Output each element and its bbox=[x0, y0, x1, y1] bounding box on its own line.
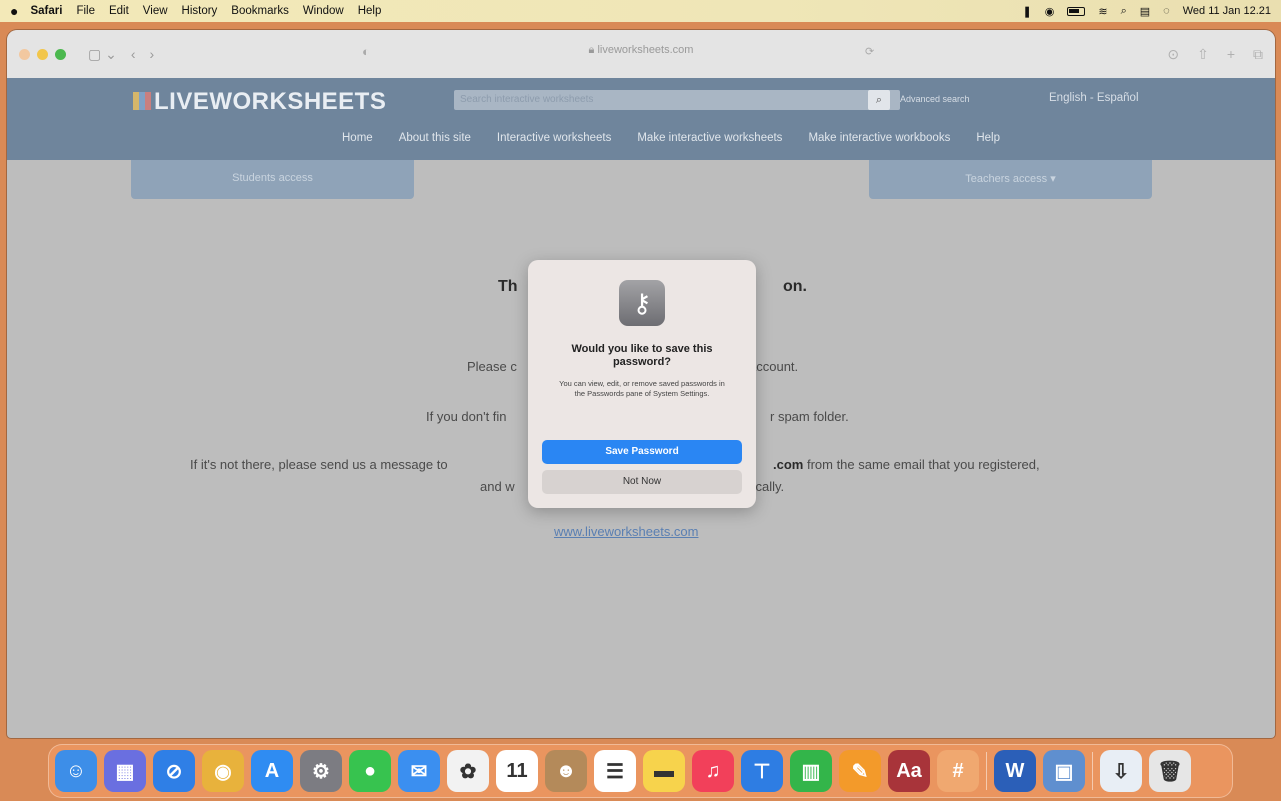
spotlight-search-icon[interactable]: ⌕ bbox=[1121, 5, 1127, 18]
siri-icon[interactable]: ◌ bbox=[1163, 5, 1170, 17]
dock-finder-icon[interactable]: ☺ bbox=[55, 750, 97, 792]
nav-interactive-worksheets[interactable]: Interactive worksheets bbox=[497, 132, 611, 144]
message-line-1-end: account. bbox=[749, 359, 799, 374]
message-line-2-end: r spam folder. bbox=[770, 409, 849, 424]
dock-messages-icon[interactable]: ● bbox=[349, 750, 391, 792]
dock-calendar-icon[interactable]: 11 bbox=[496, 750, 538, 792]
close-window-button[interactable] bbox=[19, 48, 30, 60]
privacy-report-icon[interactable]: ◐ bbox=[362, 44, 370, 59]
site-header: LIVEWORKSHEETS Search interactive worksh… bbox=[7, 78, 1275, 160]
dialog-body: You can view, edit, or remove saved pass… bbox=[559, 379, 725, 398]
control-center-icon[interactable]: ▤ bbox=[1140, 5, 1150, 18]
logo-text: LIVEWORKSHEETS bbox=[154, 88, 387, 115]
dock-pages-icon[interactable]: ✎ bbox=[839, 750, 881, 792]
window-controls bbox=[19, 48, 66, 60]
dock-notes-icon[interactable]: ▬ bbox=[643, 750, 685, 792]
new-tab-icon[interactable]: + bbox=[1227, 46, 1235, 63]
tab-overview-icon[interactable]: ⧉ bbox=[1253, 46, 1263, 63]
site-link[interactable]: www.liveworksheets.com bbox=[554, 524, 699, 539]
menu-bar: ● Safari File Edit View History Bookmark… bbox=[0, 0, 1281, 22]
share-icon[interactable]: ⇧ bbox=[1197, 46, 1209, 63]
email-domain: .com bbox=[773, 457, 804, 472]
menu-edit[interactable]: Edit bbox=[109, 5, 129, 17]
nav-help[interactable]: Help bbox=[976, 132, 1000, 144]
dock-contacts-icon[interactable]: ☻ bbox=[545, 750, 587, 792]
menu-bookmarks[interactable]: Bookmarks bbox=[231, 5, 289, 17]
dock-separator bbox=[1092, 752, 1093, 790]
downloads-icon[interactable]: ⊙ bbox=[1167, 46, 1179, 63]
menu-window[interactable]: Window bbox=[303, 5, 344, 17]
search-icon[interactable]: ⌕ bbox=[868, 90, 890, 110]
dock-numbers-icon[interactable]: ▥ bbox=[790, 750, 832, 792]
language-switch[interactable]: English - Español bbox=[1049, 92, 1139, 104]
apple-menu-icon[interactable]: ● bbox=[10, 3, 18, 19]
site-nav: Home About this site Interactive workshe… bbox=[7, 132, 1275, 144]
dock-chrome-icon[interactable]: ◉ bbox=[202, 750, 244, 792]
menu-file[interactable]: File bbox=[76, 5, 95, 17]
message-line-3-tail: from the same email that you registered, bbox=[803, 457, 1040, 472]
wifi-icon[interactable]: ≋ bbox=[1098, 5, 1107, 18]
toolbar-actions: ⊙ ⇧ + ⧉ bbox=[1167, 46, 1263, 63]
menu-view[interactable]: View bbox=[143, 5, 168, 17]
browser-toolbar: ▢ ⌄ ‹ › ◐ 🔒︎ liveworksheets.com ⟳ ⊙ ⇧ + … bbox=[7, 30, 1275, 78]
dock-safari-icon[interactable]: ⊘ bbox=[153, 750, 195, 792]
dock-downloads-icon[interactable]: ⇩ bbox=[1100, 750, 1142, 792]
dock-keynote-icon[interactable]: ⊤ bbox=[741, 750, 783, 792]
menubar-clock[interactable]: Wed 11 Jan 12.21 bbox=[1183, 5, 1271, 17]
dock-launchpad-icon[interactable]: ▦ bbox=[104, 750, 146, 792]
search-input[interactable]: Search interactive worksheets bbox=[454, 90, 900, 110]
message-line-3-end: .com from the same email that you regist… bbox=[773, 457, 1040, 472]
sidebar-toggle-icon[interactable]: ▢ ⌄ bbox=[88, 46, 117, 63]
dock-word-icon[interactable]: W bbox=[994, 750, 1036, 792]
dock-separator bbox=[986, 752, 987, 790]
url-text: liveworksheets.com bbox=[597, 44, 694, 56]
dock-music-icon[interactable]: ♫ bbox=[692, 750, 734, 792]
nav-make-workbooks[interactable]: Make interactive workbooks bbox=[808, 132, 950, 144]
status-area: ❚ ◉ ≋ ⌕ ▤ ◌ Wed 11 Jan 12.21 bbox=[1023, 5, 1271, 18]
message-line-2-start: If you don't fin bbox=[426, 409, 507, 424]
dock-system-settings-icon[interactable]: ⚙ bbox=[300, 750, 342, 792]
zoom-window-button[interactable] bbox=[55, 48, 66, 60]
dock-photos-icon[interactable]: ✿ bbox=[447, 750, 489, 792]
message-line-4-start: and w bbox=[480, 479, 515, 494]
dock: ☺ ▦ ⊘ ◉ A ⚙ ● ✉ ✿ 11 ☻ ☰ ▬ ♫ ⊤ ▥ ✎ Aa # W ▣ ⇩ 🗑 bbox=[48, 744, 1233, 798]
key-icon: ⚷ bbox=[619, 280, 665, 326]
battery-icon[interactable] bbox=[1067, 6, 1086, 16]
forward-icon[interactable]: › bbox=[150, 46, 155, 62]
not-now-button[interactable]: Not Now bbox=[542, 470, 742, 494]
nav-home[interactable]: Home bbox=[342, 132, 373, 144]
menu-history[interactable]: History bbox=[182, 5, 218, 17]
advanced-search-link[interactable]: Advanced search bbox=[900, 94, 970, 104]
dock-app-store-icon[interactable]: A bbox=[251, 750, 293, 792]
dock-dictionary-icon[interactable]: Aa bbox=[888, 750, 930, 792]
page-heading-end: on. bbox=[783, 278, 807, 295]
dock-preview-icon[interactable]: ▣ bbox=[1043, 750, 1085, 792]
message-line-3-start: If it's not there, please send us a mess… bbox=[190, 457, 448, 472]
nav-make-worksheets[interactable]: Make interactive worksheets bbox=[637, 132, 782, 144]
dock-mail-icon[interactable]: ✉ bbox=[398, 750, 440, 792]
reload-icon[interactable]: ⟳ bbox=[865, 45, 874, 58]
message-line-1-start: Please c bbox=[467, 359, 517, 374]
extension-icon[interactable]: ❚ bbox=[1023, 5, 1032, 18]
safari-window: ▢ ⌄ ‹ › ◐ 🔒︎ liveworksheets.com ⟳ ⊙ ⇧ + … bbox=[7, 30, 1275, 738]
minimize-window-button[interactable] bbox=[37, 48, 48, 60]
dock-reminders-icon[interactable]: ☰ bbox=[594, 750, 636, 792]
address-bar[interactable]: 🔒︎ liveworksheets.com bbox=[541, 44, 741, 57]
back-icon[interactable]: ‹ bbox=[131, 46, 136, 62]
save-password-button[interactable]: Save Password bbox=[542, 440, 742, 464]
dock-scribble-icon[interactable]: # bbox=[937, 750, 979, 792]
logo-grid-icon bbox=[133, 92, 151, 110]
menu-safari[interactable]: Safari bbox=[30, 5, 62, 17]
page-heading-start: Th bbox=[498, 278, 518, 295]
screen-recording-icon[interactable]: ◉ bbox=[1045, 5, 1055, 18]
site-logo[interactable]: LIVEWORKSHEETS bbox=[133, 88, 386, 116]
dialog-title: Would you like to save this password? bbox=[571, 343, 713, 368]
nav-about[interactable]: About this site bbox=[399, 132, 471, 144]
menu-help[interactable]: Help bbox=[358, 5, 382, 17]
save-password-dialog: ⚷ Would you like to save this password? … bbox=[528, 260, 756, 508]
dock-trash-icon[interactable]: 🗑 bbox=[1149, 750, 1191, 792]
